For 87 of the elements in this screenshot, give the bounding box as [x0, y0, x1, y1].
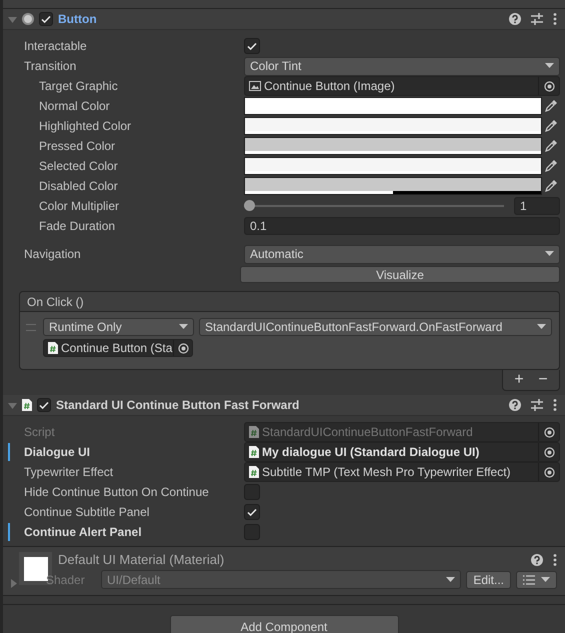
property-label: Dialogue UI — [23, 445, 92, 459]
color-field[interactable] — [244, 177, 542, 195]
property-label: Selected Color — [38, 159, 119, 173]
eyedropper-icon[interactable] — [545, 120, 557, 132]
object-picker-icon[interactable] — [544, 466, 554, 478]
runtime-dropdown[interactable]: Runtime Only — [43, 318, 194, 336]
dropdown[interactable]: Color Tint — [244, 56, 560, 76]
list-menu-button[interactable] — [516, 570, 557, 588]
object-field[interactable]: Continue Button (Image) — [244, 76, 560, 96]
checkbox[interactable] — [244, 524, 260, 540]
check-icon — [246, 506, 258, 518]
check-icon — [40, 13, 52, 25]
component-title: Button — [58, 12, 97, 26]
color-field[interactable] — [244, 157, 542, 175]
property-label: Normal Color — [38, 99, 111, 113]
sliders-icon[interactable] — [531, 399, 543, 411]
script-file-icon — [22, 399, 32, 411]
object-field[interactable]: Continue Button (Sta — [43, 339, 193, 357]
property-label: Highlighted Color — [38, 119, 132, 133]
caret-icon — [545, 63, 554, 69]
object-picker-icon[interactable] — [178, 342, 188, 354]
button-component-icon — [22, 13, 34, 25]
drag-handle-icon[interactable] — [26, 324, 36, 330]
component-header[interactable]: Standard UI Continue Button Fast Forward — [3, 395, 565, 416]
property-label: Fade Duration — [38, 219, 116, 233]
object-field[interactable]: My dialogue UI (Standard Dialogue UI) — [244, 442, 560, 462]
help-icon[interactable] — [509, 13, 521, 25]
sliders-icon[interactable] — [531, 13, 543, 25]
object-picker-icon[interactable] — [544, 80, 554, 92]
checkbox[interactable] — [244, 484, 260, 500]
list-icon — [523, 574, 535, 584]
number-field[interactable]: 1 — [514, 197, 560, 215]
image-icon — [249, 81, 261, 91]
object-field[interactable]: Subtitle TMP (Text Mesh Pro Typewriter Effect) — [244, 462, 560, 482]
script-file-icon — [249, 466, 259, 478]
help-icon[interactable] — [531, 554, 543, 566]
object-picker-icon[interactable] — [544, 446, 554, 458]
property-label: Typewriter Effect — [23, 465, 114, 479]
edit-button[interactable]: Edit... — [466, 570, 511, 588]
color-field[interactable] — [244, 137, 542, 155]
component-header[interactable]: Button — [3, 9, 565, 30]
eyedropper-icon[interactable] — [545, 160, 557, 172]
property-label: Interactable — [23, 39, 88, 53]
eyedropper-icon[interactable] — [545, 140, 557, 152]
help-icon[interactable] — [509, 399, 521, 411]
remove-button[interactable]: − — [533, 371, 553, 389]
property-label: Continue Alert Panel — [23, 525, 143, 539]
material-title: Default UI Material (Material) — [58, 552, 224, 567]
property-label: Transition — [23, 59, 78, 73]
enable-checkbox[interactable] — [39, 12, 53, 26]
shader-label: Shader — [46, 572, 86, 586]
caret-icon — [179, 324, 188, 330]
more-icon[interactable] — [553, 13, 557, 25]
property-label: Navigation — [23, 247, 82, 261]
property-label: Pressed Color — [38, 139, 116, 153]
script-file-icon — [249, 446, 259, 458]
add-button[interactable]: + — [509, 371, 529, 389]
color-field[interactable] — [244, 97, 542, 115]
checkbox[interactable] — [244, 504, 260, 520]
caret-icon — [541, 576, 550, 582]
component-title: Standard UI Continue Button Fast Forward — [56, 398, 300, 412]
caret-icon — [446, 576, 456, 582]
eyedropper-icon[interactable] — [545, 180, 557, 192]
property-label: Color Multiplier — [38, 199, 120, 213]
check-icon — [38, 399, 50, 411]
enable-checkbox[interactable] — [37, 398, 51, 412]
checkbox[interactable] — [244, 38, 260, 54]
more-icon[interactable] — [553, 554, 557, 566]
dropdown[interactable]: Automatic — [244, 244, 560, 264]
slider-thumb[interactable] — [244, 200, 255, 211]
eyedropper-icon[interactable] — [545, 100, 557, 112]
caret-icon — [537, 324, 546, 330]
caret-icon — [545, 251, 554, 257]
property-label: Hide Continue Button On Continue — [23, 485, 210, 499]
script-file-icon — [48, 342, 58, 354]
property-label: Target Graphic — [38, 79, 119, 93]
color-field[interactable] — [244, 117, 542, 135]
property-label: Continue Subtitle Panel — [23, 505, 150, 519]
number-field[interactable]: 0.1 — [244, 217, 560, 235]
event-header: On Click () — [19, 291, 560, 312]
property-label: Disabled Color — [38, 179, 119, 193]
more-icon[interactable] — [553, 399, 557, 411]
check-icon — [246, 40, 258, 52]
script-file-icon — [249, 426, 259, 438]
function-dropdown[interactable]: StandardUIContinueButtonFastForward.OnFastForward — [199, 318, 552, 336]
property-label: Script — [23, 425, 56, 439]
visualize-button[interactable]: Visualize — [240, 266, 560, 283]
